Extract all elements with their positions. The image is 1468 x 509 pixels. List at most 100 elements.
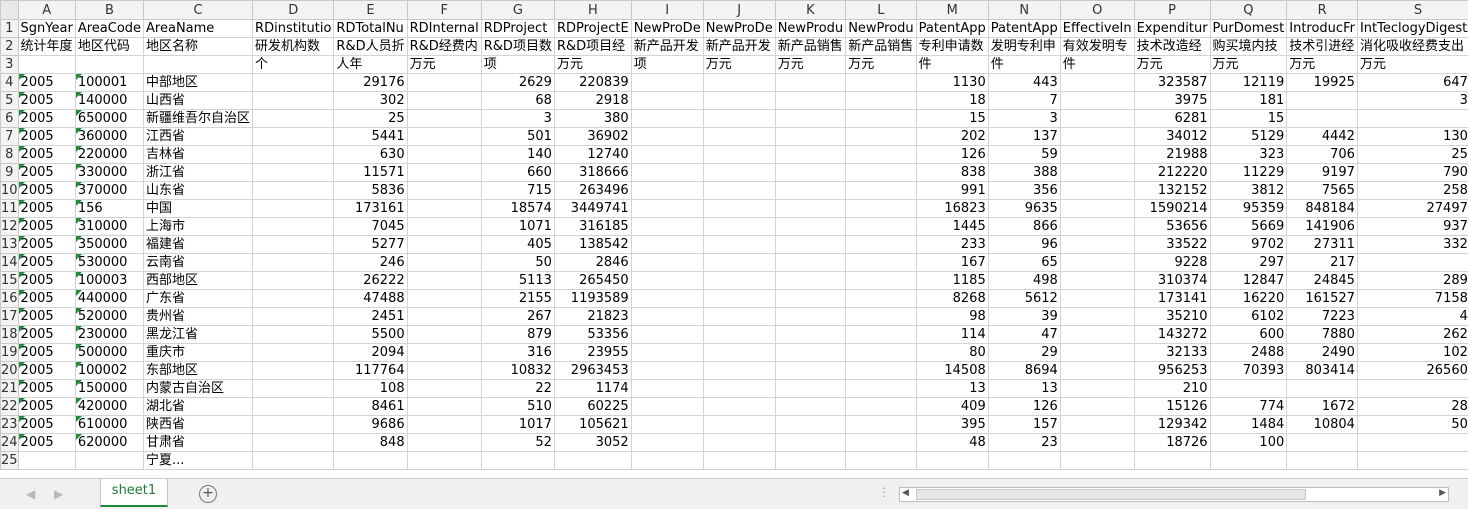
- cell[interactable]: 220000: [75, 146, 143, 164]
- select-all-corner[interactable]: [1, 1, 19, 20]
- cell[interactable]: [253, 416, 334, 434]
- column-header[interactable]: S: [1357, 1, 1468, 20]
- column-header[interactable]: H: [554, 1, 631, 20]
- cell[interactable]: IntroducFr: [1287, 20, 1358, 38]
- row-header[interactable]: 17: [1, 308, 19, 326]
- cell[interactable]: 2005: [18, 74, 75, 92]
- cell[interactable]: [846, 200, 916, 218]
- cell[interactable]: [631, 362, 703, 380]
- cell[interactable]: 19925: [1287, 74, 1358, 92]
- cell[interactable]: 15126: [1134, 398, 1210, 416]
- cell[interactable]: [1357, 452, 1468, 470]
- cell[interactable]: 2005: [18, 326, 75, 344]
- cell[interactable]: [631, 380, 703, 398]
- cell[interactable]: 2094: [334, 344, 407, 362]
- cell[interactable]: 7904: [1357, 164, 1468, 182]
- cell[interactable]: 202: [916, 128, 988, 146]
- cell[interactable]: 71581: [1357, 290, 1468, 308]
- column-header[interactable]: A: [18, 1, 75, 20]
- cell[interactable]: 318666: [554, 164, 631, 182]
- row-header[interactable]: 1: [1, 20, 19, 38]
- cell[interactable]: [703, 218, 775, 236]
- cell[interactable]: [775, 416, 845, 434]
- cell[interactable]: 2005: [18, 290, 75, 308]
- cell[interactable]: 9373: [1357, 218, 1468, 236]
- cell[interactable]: [253, 200, 334, 218]
- cell[interactable]: 5113: [481, 272, 554, 290]
- cell[interactable]: [1060, 254, 1134, 272]
- row-header[interactable]: 21: [1, 380, 19, 398]
- cell[interactable]: [631, 92, 703, 110]
- cell[interactable]: [253, 236, 334, 254]
- cell[interactable]: [1210, 380, 1287, 398]
- cell[interactable]: 3: [481, 110, 554, 128]
- cell[interactable]: 2918: [554, 92, 631, 110]
- cell[interactable]: [1287, 434, 1358, 452]
- cell[interactable]: [775, 74, 845, 92]
- cell[interactable]: [846, 74, 916, 92]
- cell[interactable]: 9686: [334, 416, 407, 434]
- cell[interactable]: 广东省: [144, 290, 253, 308]
- row-header[interactable]: 7: [1, 128, 19, 146]
- row-header[interactable]: 5: [1, 92, 19, 110]
- cell[interactable]: 15: [916, 110, 988, 128]
- cell[interactable]: [703, 344, 775, 362]
- cell[interactable]: [1060, 146, 1134, 164]
- cell[interactable]: 530000: [75, 254, 143, 272]
- cell[interactable]: [1060, 128, 1134, 146]
- sheet-tab-sheet1[interactable]: sheet1: [100, 479, 168, 507]
- cell[interactable]: [1357, 254, 1468, 272]
- cell[interactable]: 新疆维吾尔自治区: [144, 110, 253, 128]
- cell[interactable]: [407, 164, 481, 182]
- cell[interactable]: Expenditur: [1134, 20, 1210, 38]
- cell[interactable]: 212220: [1134, 164, 1210, 182]
- cell[interactable]: 173161: [334, 200, 407, 218]
- cell[interactable]: 中部地区: [144, 74, 253, 92]
- cell[interactable]: [703, 326, 775, 344]
- cell[interactable]: 600: [1210, 326, 1287, 344]
- spreadsheet-grid[interactable]: ABCDEFGHIJKLMNOPQRST 1SgnYearAreaCodeAre…: [0, 0, 1468, 478]
- cell[interactable]: 510: [481, 398, 554, 416]
- cell[interactable]: 36902: [554, 128, 631, 146]
- cell[interactable]: 774: [1210, 398, 1287, 416]
- cell[interactable]: 167: [916, 254, 988, 272]
- cell[interactable]: 万元: [703, 56, 775, 74]
- cell[interactable]: [775, 452, 845, 470]
- column-header[interactable]: G: [481, 1, 554, 20]
- cell[interactable]: 2005: [18, 200, 75, 218]
- cell[interactable]: [775, 344, 845, 362]
- cell[interactable]: 53356: [554, 326, 631, 344]
- cell[interactable]: 13: [916, 380, 988, 398]
- cell[interactable]: 万元: [1134, 56, 1210, 74]
- cell[interactable]: [253, 326, 334, 344]
- column-header[interactable]: E: [334, 1, 407, 20]
- cell[interactable]: 项: [481, 56, 554, 74]
- cell[interactable]: 137: [988, 128, 1060, 146]
- cell[interactable]: [253, 254, 334, 272]
- cell[interactable]: [253, 74, 334, 92]
- cell[interactable]: 879: [481, 326, 554, 344]
- cell[interactable]: PatentApp: [988, 20, 1060, 38]
- cell[interactable]: 265450: [554, 272, 631, 290]
- cell[interactable]: [631, 164, 703, 182]
- cell[interactable]: 陕西省: [144, 416, 253, 434]
- cell[interactable]: 48: [916, 434, 988, 452]
- cell[interactable]: 80: [916, 344, 988, 362]
- cell[interactable]: 1017: [481, 416, 554, 434]
- cell[interactable]: 15: [1210, 110, 1287, 128]
- cell[interactable]: 35210: [1134, 308, 1210, 326]
- cell[interactable]: 70393: [1210, 362, 1287, 380]
- cell[interactable]: 991: [916, 182, 988, 200]
- cell[interactable]: [253, 146, 334, 164]
- cell[interactable]: [1060, 164, 1134, 182]
- cell[interactable]: 万元: [775, 56, 845, 74]
- cell[interactable]: 68: [481, 92, 554, 110]
- column-header[interactable]: J: [703, 1, 775, 20]
- cell[interactable]: 地区名称: [144, 38, 253, 56]
- cell[interactable]: [775, 308, 845, 326]
- cell[interactable]: 专利申请数: [916, 38, 988, 56]
- cell[interactable]: [775, 218, 845, 236]
- cell[interactable]: [775, 434, 845, 452]
- cell[interactable]: 5669: [1210, 218, 1287, 236]
- cell[interactable]: [775, 398, 845, 416]
